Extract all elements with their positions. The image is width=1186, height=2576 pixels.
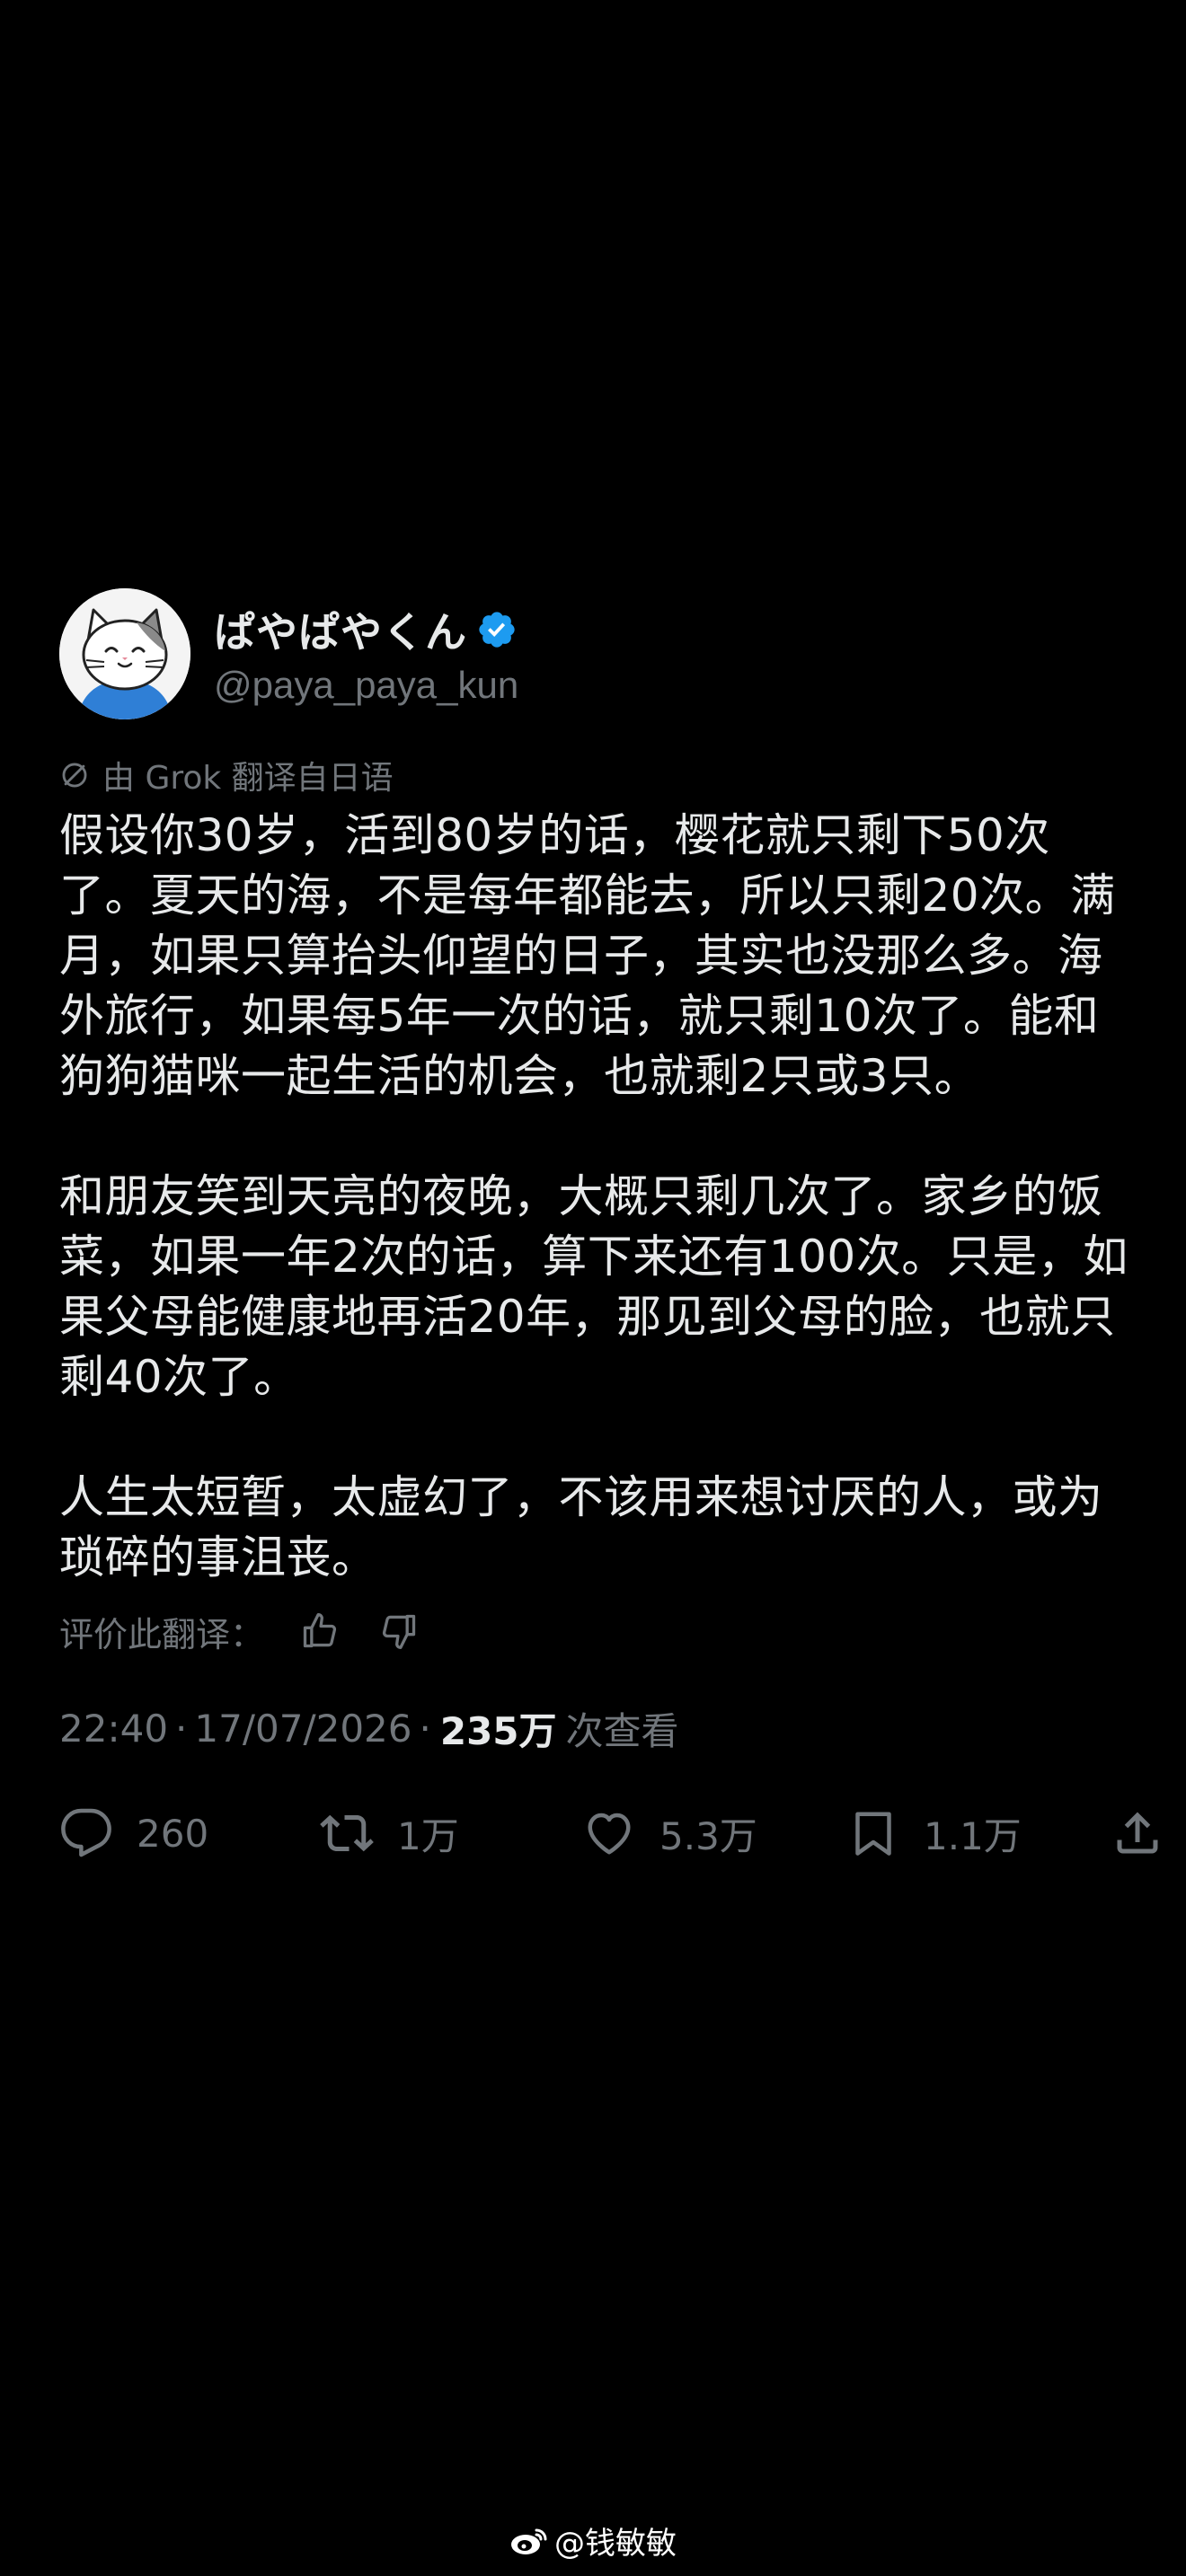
author-handle[interactable]: @paya_paya_kun bbox=[214, 664, 518, 707]
translation-note: 由 Grok 翻译自日语 bbox=[59, 754, 1137, 797]
rate-translation: 评价此翻译： bbox=[59, 1604, 1137, 1658]
tweet-meta: 22:40 · 17/07/2026 · 235万 次查看 bbox=[59, 1701, 1137, 1755]
action-bar: 260 1万 5.3万 1.1万 bbox=[59, 1802, 1173, 1865]
tweet-paragraph: 假设你30岁，活到80岁的话，樱花就只剩下50次了。夏天的海，不是每年都能去，所… bbox=[59, 809, 1116, 1102]
tweet-paragraph: 和朋友笑到天亮的夜晚，大概只剩几次了。家乡的饭菜，如果一年2次的话，算下来还有1… bbox=[59, 1170, 1128, 1403]
like-button[interactable]: 5.3万 bbox=[582, 1802, 757, 1865]
reply-icon bbox=[61, 1808, 111, 1857]
translation-note-text: 由 Grok 翻译自日语 bbox=[102, 760, 394, 797]
view-count[interactable]: 235万 bbox=[440, 1701, 557, 1756]
weibo-logo-icon bbox=[511, 2528, 547, 2554]
name-row: ぱやぱやくん bbox=[214, 601, 518, 658]
meta-separator: · bbox=[419, 1706, 431, 1751]
tweet-paragraph: 人生太短暂，太虚幻了，不该用来想讨厌的人，或为琐碎的事沮丧。 bbox=[59, 1471, 1103, 1584]
avatar[interactable] bbox=[59, 588, 190, 719]
rate-translation-label: 评价此翻译： bbox=[59, 1614, 265, 1654]
meta-separator: · bbox=[175, 1706, 188, 1751]
display-name[interactable]: ぱやぱやくん bbox=[214, 600, 467, 659]
like-count: 5.3万 bbox=[659, 1813, 757, 1858]
bookmark-button[interactable]: 1.1万 bbox=[846, 1802, 1022, 1865]
reply-button[interactable]: 260 bbox=[59, 1802, 208, 1865]
thumbs-down-icon[interactable] bbox=[379, 1611, 419, 1651]
cat-avatar-icon bbox=[59, 588, 190, 719]
verified-badge-icon bbox=[479, 612, 515, 648]
grok-icon bbox=[62, 763, 87, 788]
repost-count: 1万 bbox=[397, 1813, 459, 1858]
bookmark-count: 1.1万 bbox=[924, 1813, 1022, 1858]
repost-button[interactable]: 1万 bbox=[320, 1802, 459, 1865]
tweet-body: 假设你30岁，活到80岁的话，樱花就只剩下50次了。夏天的海，不是每年都能去，所… bbox=[59, 806, 1137, 1588]
share-button[interactable] bbox=[1111, 1802, 1164, 1865]
thumbs-up-icon[interactable] bbox=[300, 1611, 340, 1651]
tweet-time[interactable]: 22:40 bbox=[59, 1707, 168, 1751]
tweet-header: ぱやぱやくん @paya_paya_kun bbox=[59, 588, 1137, 719]
view-count-label: 次查看 bbox=[565, 1708, 679, 1753]
heart-icon bbox=[588, 1813, 631, 1855]
repost-icon bbox=[320, 1814, 374, 1852]
bookmark-icon bbox=[855, 1812, 891, 1856]
share-icon bbox=[1117, 1812, 1158, 1854]
tweet: ぱやぱやくん @paya_paya_kun 由 Grok 翻译自日语 假设你30… bbox=[59, 588, 1158, 1865]
watermark-text: @钱敏敏 bbox=[554, 2526, 677, 2562]
tweet-date[interactable]: 17/07/2026 bbox=[194, 1707, 412, 1751]
weibo-watermark: @钱敏敏 bbox=[0, 2519, 1186, 2563]
author-names: ぱやぱやくん @paya_paya_kun bbox=[214, 601, 518, 707]
reply-count: 260 bbox=[137, 1811, 209, 1856]
